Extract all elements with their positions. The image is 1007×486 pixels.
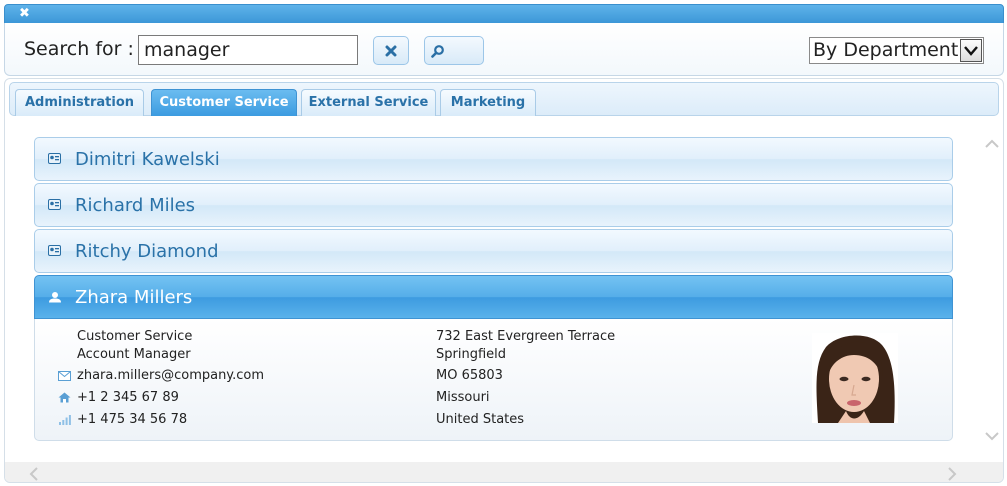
clear-search-button[interactable]	[373, 36, 409, 65]
email-icon	[58, 371, 71, 381]
chevron-down-icon[interactable]	[960, 39, 982, 62]
detail-title: Account Manager	[77, 347, 191, 362]
contact-header-zhara-millers[interactable]: Zhara Millers	[34, 275, 953, 319]
vertical-scrollbar[interactable]	[980, 117, 1003, 462]
department-tabs: Administration Customer Service External…	[9, 82, 999, 116]
search-label: Search for :	[24, 38, 134, 60]
detail-city: Springfield	[436, 347, 507, 362]
detail-home-phone: +1 2 345 67 89	[77, 390, 179, 405]
tab-administration[interactable]: Administration	[15, 89, 144, 116]
search-icon	[431, 44, 444, 58]
chevron-up-icon[interactable]	[985, 139, 999, 148]
detail-mobile-phone: +1 475 34 56 78	[77, 412, 188, 427]
contact-list: Dimitri Kawelski Richard Miles Ritchy Di…	[5, 117, 980, 462]
chevron-right-icon[interactable]	[948, 467, 957, 481]
contact-name: Ritchy Diamond	[75, 241, 219, 262]
tab-external-service[interactable]: External Service	[301, 89, 436, 116]
contact-photo	[812, 333, 898, 423]
horizontal-scrollbar[interactable]	[5, 462, 980, 482]
detail-country: United States	[436, 412, 525, 427]
close-icon	[385, 45, 397, 56]
chevron-down-icon[interactable]	[985, 432, 999, 441]
detail-department: Customer Service	[77, 329, 193, 344]
contact-name: Richard Miles	[75, 195, 196, 216]
contact-header-dimitri-kawelski[interactable]: Dimitri Kawelski	[34, 137, 953, 181]
contact-card-icon	[48, 199, 61, 210]
signal-icon	[59, 415, 71, 425]
tab-marketing[interactable]: Marketing	[440, 89, 536, 116]
close-icon[interactable]: ✖	[19, 6, 30, 22]
contact-card-icon	[48, 153, 61, 164]
contact-name: Dimitri Kawelski	[75, 149, 220, 170]
detail-address: 732 East Evergreen Terrace	[436, 329, 616, 344]
contact-details: Customer Service Account Manager zhara.m…	[34, 319, 953, 441]
find-button[interactable]	[424, 36, 484, 65]
detail-email[interactable]: zhara.millers@company.com	[77, 368, 264, 384]
window-titlebar: ✖	[4, 4, 1004, 24]
search-bar: Search for : By Department	[4, 23, 1004, 76]
contact-name: Zhara Millers	[75, 287, 193, 308]
scrollbar-corner	[980, 462, 1003, 482]
detail-zip: MO 65803	[436, 368, 503, 383]
tab-customer-service[interactable]: Customer Service	[151, 89, 297, 116]
user-icon	[49, 292, 61, 303]
department-select[interactable]: By Department	[809, 37, 984, 64]
department-select-value: By Department	[813, 39, 959, 61]
search-input[interactable]	[138, 35, 358, 65]
detail-state: Missouri	[436, 390, 490, 405]
contact-card-icon	[48, 245, 61, 256]
contact-header-ritchy-diamond[interactable]: Ritchy Diamond	[34, 229, 953, 273]
chevron-left-icon[interactable]	[29, 467, 38, 481]
contact-header-richard-miles[interactable]: Richard Miles	[34, 183, 953, 227]
contacts-panel: Administration Customer Service External…	[4, 78, 1004, 483]
home-icon	[58, 392, 71, 403]
